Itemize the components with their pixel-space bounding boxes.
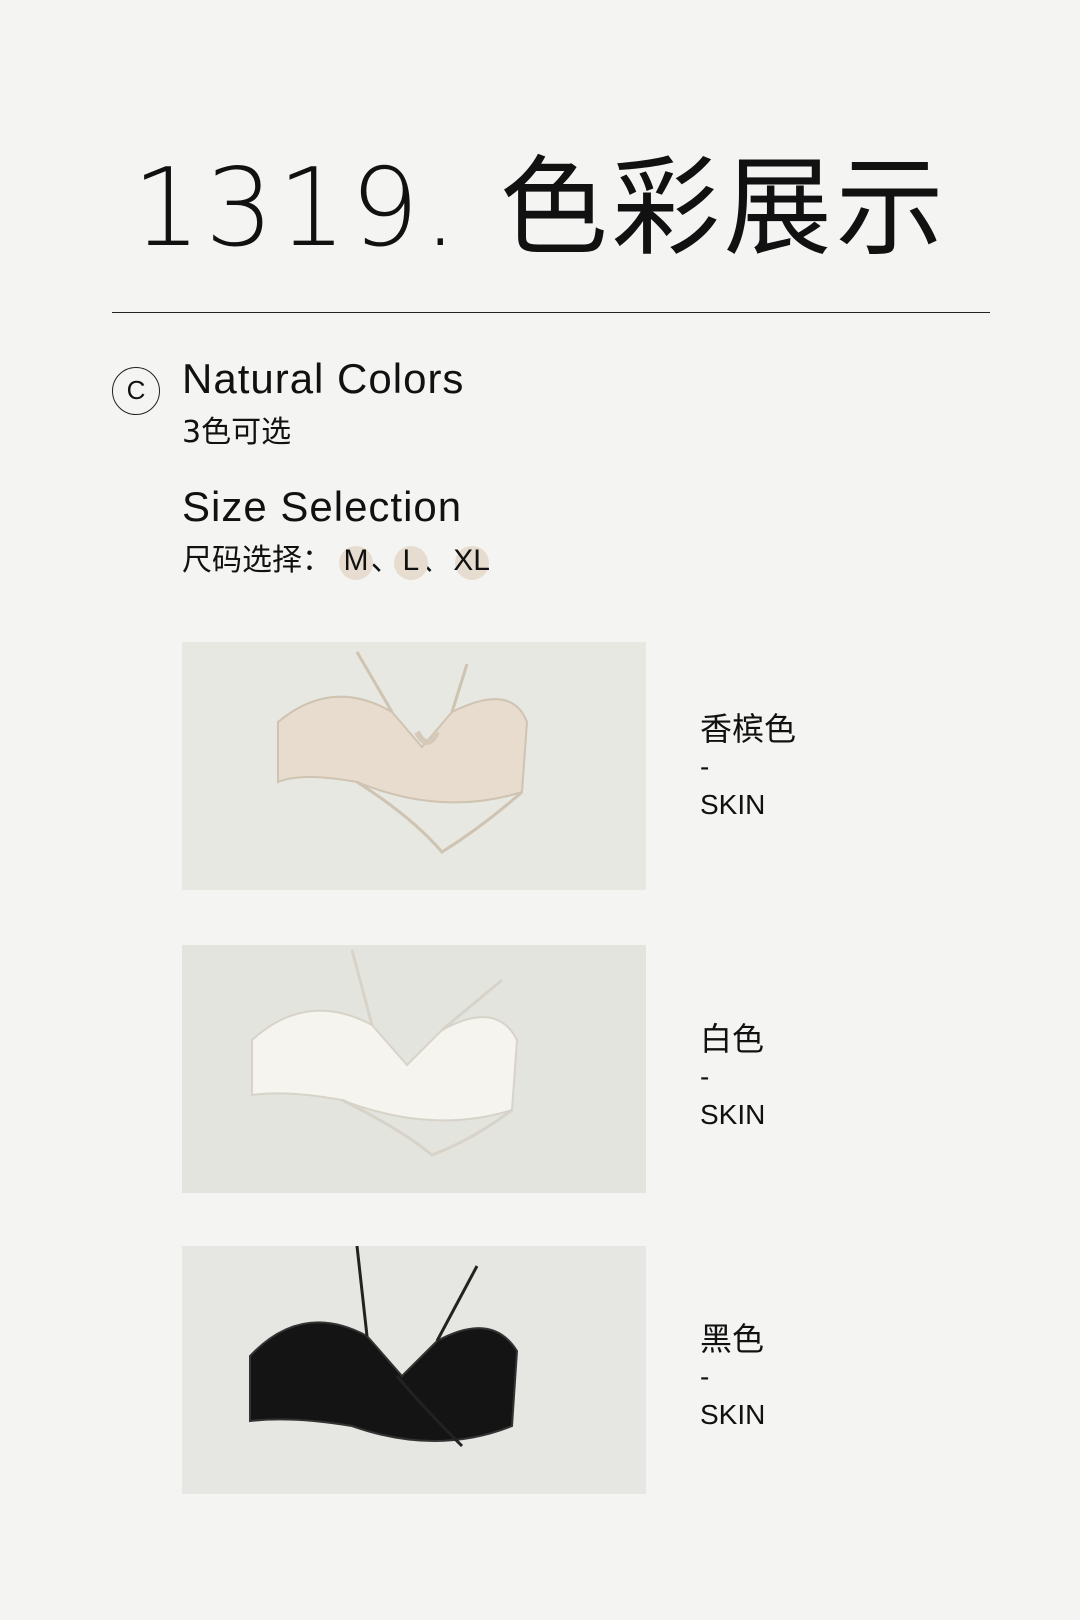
section-badge: C <box>112 367 160 415</box>
variant-label-white: 白色 - SKIN <box>700 1020 765 1134</box>
size-option-m[interactable]: M <box>339 543 374 580</box>
colors-block: Natural Colors 3色可选 <box>182 355 464 451</box>
variant-name: 白色 <box>700 1020 765 1058</box>
size-selector: 尺码选择： M、 L、 XL <box>182 535 492 580</box>
divider <box>112 312 990 313</box>
variant-label-black: 黑色 - SKIN <box>700 1320 765 1434</box>
variant-photo-champagne[interactable] <box>182 642 646 890</box>
size-prefix: 尺码选择： <box>182 543 332 578</box>
bra-image <box>182 945 646 1193</box>
size-option-xl[interactable]: XL <box>451 543 492 580</box>
bra-image <box>182 642 646 890</box>
variant-english: SKIN <box>700 789 766 820</box>
variant-english: SKIN <box>700 1399 766 1430</box>
variant-label-champagne: 香槟色 - SKIN <box>700 710 796 824</box>
variant-photo-white[interactable] <box>182 945 646 1193</box>
variant-english: SKIN <box>700 1099 766 1130</box>
variant-dash: - <box>700 751 710 782</box>
size-option-l[interactable]: L <box>393 543 428 580</box>
variant-name: 香槟色 <box>700 710 797 748</box>
colors-subtext: 3色可选 <box>182 415 292 450</box>
size-heading: Size Selection <box>182 483 463 530</box>
size-block: Size Selection 尺码选择： M、 L、 XL <box>182 483 492 580</box>
page-title: 1319. 色彩展示 <box>132 146 948 271</box>
variant-dash: - <box>700 1361 710 1392</box>
variant-name: 黑色 <box>700 1320 765 1358</box>
bra-image <box>182 1246 646 1494</box>
colors-heading: Natural Colors <box>182 355 465 402</box>
variant-photo-black[interactable] <box>182 1246 646 1494</box>
variant-dash: - <box>700 1061 710 1092</box>
